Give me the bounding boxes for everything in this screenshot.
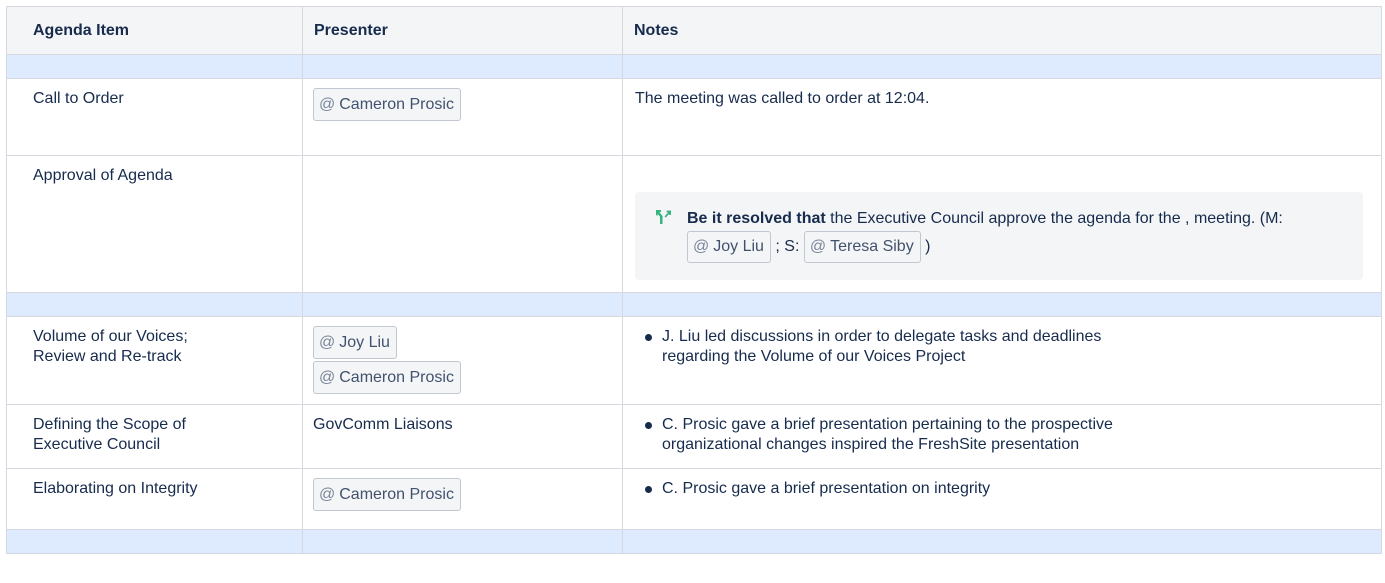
- agenda-item-cell: Approval of Agenda: [6, 155, 303, 293]
- spacer-row: [6, 292, 1382, 317]
- mention-at-icon: @: [319, 334, 336, 351]
- notes-cell: The meeting was called to order at 12:04…: [622, 78, 1382, 156]
- mention-at-icon: @: [693, 238, 710, 255]
- notes-list: C. Prosic gave a brief presentation pert…: [635, 415, 1371, 455]
- mention-name: Joy Liu: [713, 238, 764, 255]
- mention-at-icon: @: [319, 486, 336, 503]
- user-mention[interactable]: @ Joy Liu: [687, 231, 771, 263]
- notes-cell: C. Prosic gave a brief presentation pert…: [622, 404, 1382, 469]
- header-presenter: Presenter: [302, 6, 623, 55]
- notes-cell: C. Prosic gave a brief presentation on i…: [622, 468, 1382, 530]
- agenda-item-line: Review and Re-track: [33, 348, 182, 365]
- user-mention[interactable]: @ Cameron Prosic: [313, 361, 461, 394]
- header-row: Agenda Item Presenter Notes: [6, 6, 1382, 55]
- presenter-cell: @ Cameron Prosic: [302, 78, 623, 156]
- resolution-text: ; S:: [770, 238, 804, 255]
- presenter-cell: GovComm Liaisons: [302, 404, 623, 469]
- header-notes: Notes: [622, 6, 1382, 55]
- agenda-item-line: Volume of our Voices;: [33, 328, 188, 345]
- spacer-row: [6, 54, 1382, 79]
- agenda-item-cell: Call to Order: [6, 78, 303, 156]
- table-row: Volume of our Voices; Review and Re-track…: [6, 316, 1382, 405]
- mention-at-icon: @: [319, 369, 336, 386]
- notes-list: C. Prosic gave a brief presentation on i…: [635, 479, 1371, 499]
- mention-at-icon: @: [319, 96, 336, 113]
- agenda-item-cell: Defining the Scope of Executive Council: [6, 404, 303, 469]
- resolution-text: ): [920, 238, 931, 255]
- user-mention[interactable]: @ Joy Liu: [313, 326, 397, 359]
- presenter-cell: [302, 155, 623, 293]
- resolution-panel: Be it resolved that the Executive Counci…: [635, 192, 1363, 280]
- agenda-item-line: Executive Council: [33, 436, 161, 453]
- mention-name: Teresa Siby: [830, 238, 914, 255]
- list-item: C. Prosic gave a brief presentation pert…: [645, 415, 1371, 455]
- agenda-table: Agenda Item Presenter Notes Call to Orde…: [6, 6, 1382, 554]
- list-item: C. Prosic gave a brief presentation on i…: [645, 479, 1371, 499]
- header-agenda-item: Agenda Item: [6, 6, 303, 55]
- mention-at-icon: @: [809, 238, 827, 255]
- user-mention[interactable]: @ Cameron Prosic: [313, 88, 461, 121]
- resolution-text: the Executive Council approve the agenda…: [825, 210, 1283, 227]
- user-mention[interactable]: @ Teresa Siby: [803, 231, 921, 263]
- presenter-cell: @ Joy Liu @ Cameron Prosic: [302, 316, 623, 405]
- user-mention[interactable]: @ Cameron Prosic: [313, 478, 461, 511]
- list-item: J. Liu led discussions in order to deleg…: [645, 327, 1371, 367]
- notes-list: J. Liu led discussions in order to deleg…: [635, 327, 1371, 367]
- resolution-lead: Be it resolved that: [687, 210, 826, 227]
- mention-name: Joy Liu: [339, 334, 390, 351]
- agenda-item-cell: Volume of our Voices; Review and Re-track: [6, 316, 303, 405]
- spacer-row: [6, 529, 1382, 554]
- table-row: Call to Order @ Cameron Prosic The meetin…: [6, 78, 1382, 156]
- table-row: Approval of Agenda Be it resolved that t…: [6, 155, 1382, 293]
- notes-cell: J. Liu led discussions in order to deleg…: [622, 316, 1382, 405]
- table-row: Defining the Scope of Executive Council G…: [6, 404, 1382, 469]
- table-row: Elaborating on Integrity @ Cameron Prosic…: [6, 468, 1382, 530]
- mention-name: Cameron Prosic: [339, 486, 454, 503]
- agenda-item-line: Defining the Scope of: [33, 416, 186, 433]
- mention-name: Cameron Prosic: [339, 369, 454, 386]
- presenter-cell: @ Cameron Prosic: [302, 468, 623, 530]
- agenda-item-cell: Elaborating on Integrity: [6, 468, 303, 530]
- decision-icon: [656, 210, 671, 224]
- mention-name: Cameron Prosic: [339, 96, 454, 113]
- notes-cell: Be it resolved that the Executive Counci…: [622, 155, 1382, 293]
